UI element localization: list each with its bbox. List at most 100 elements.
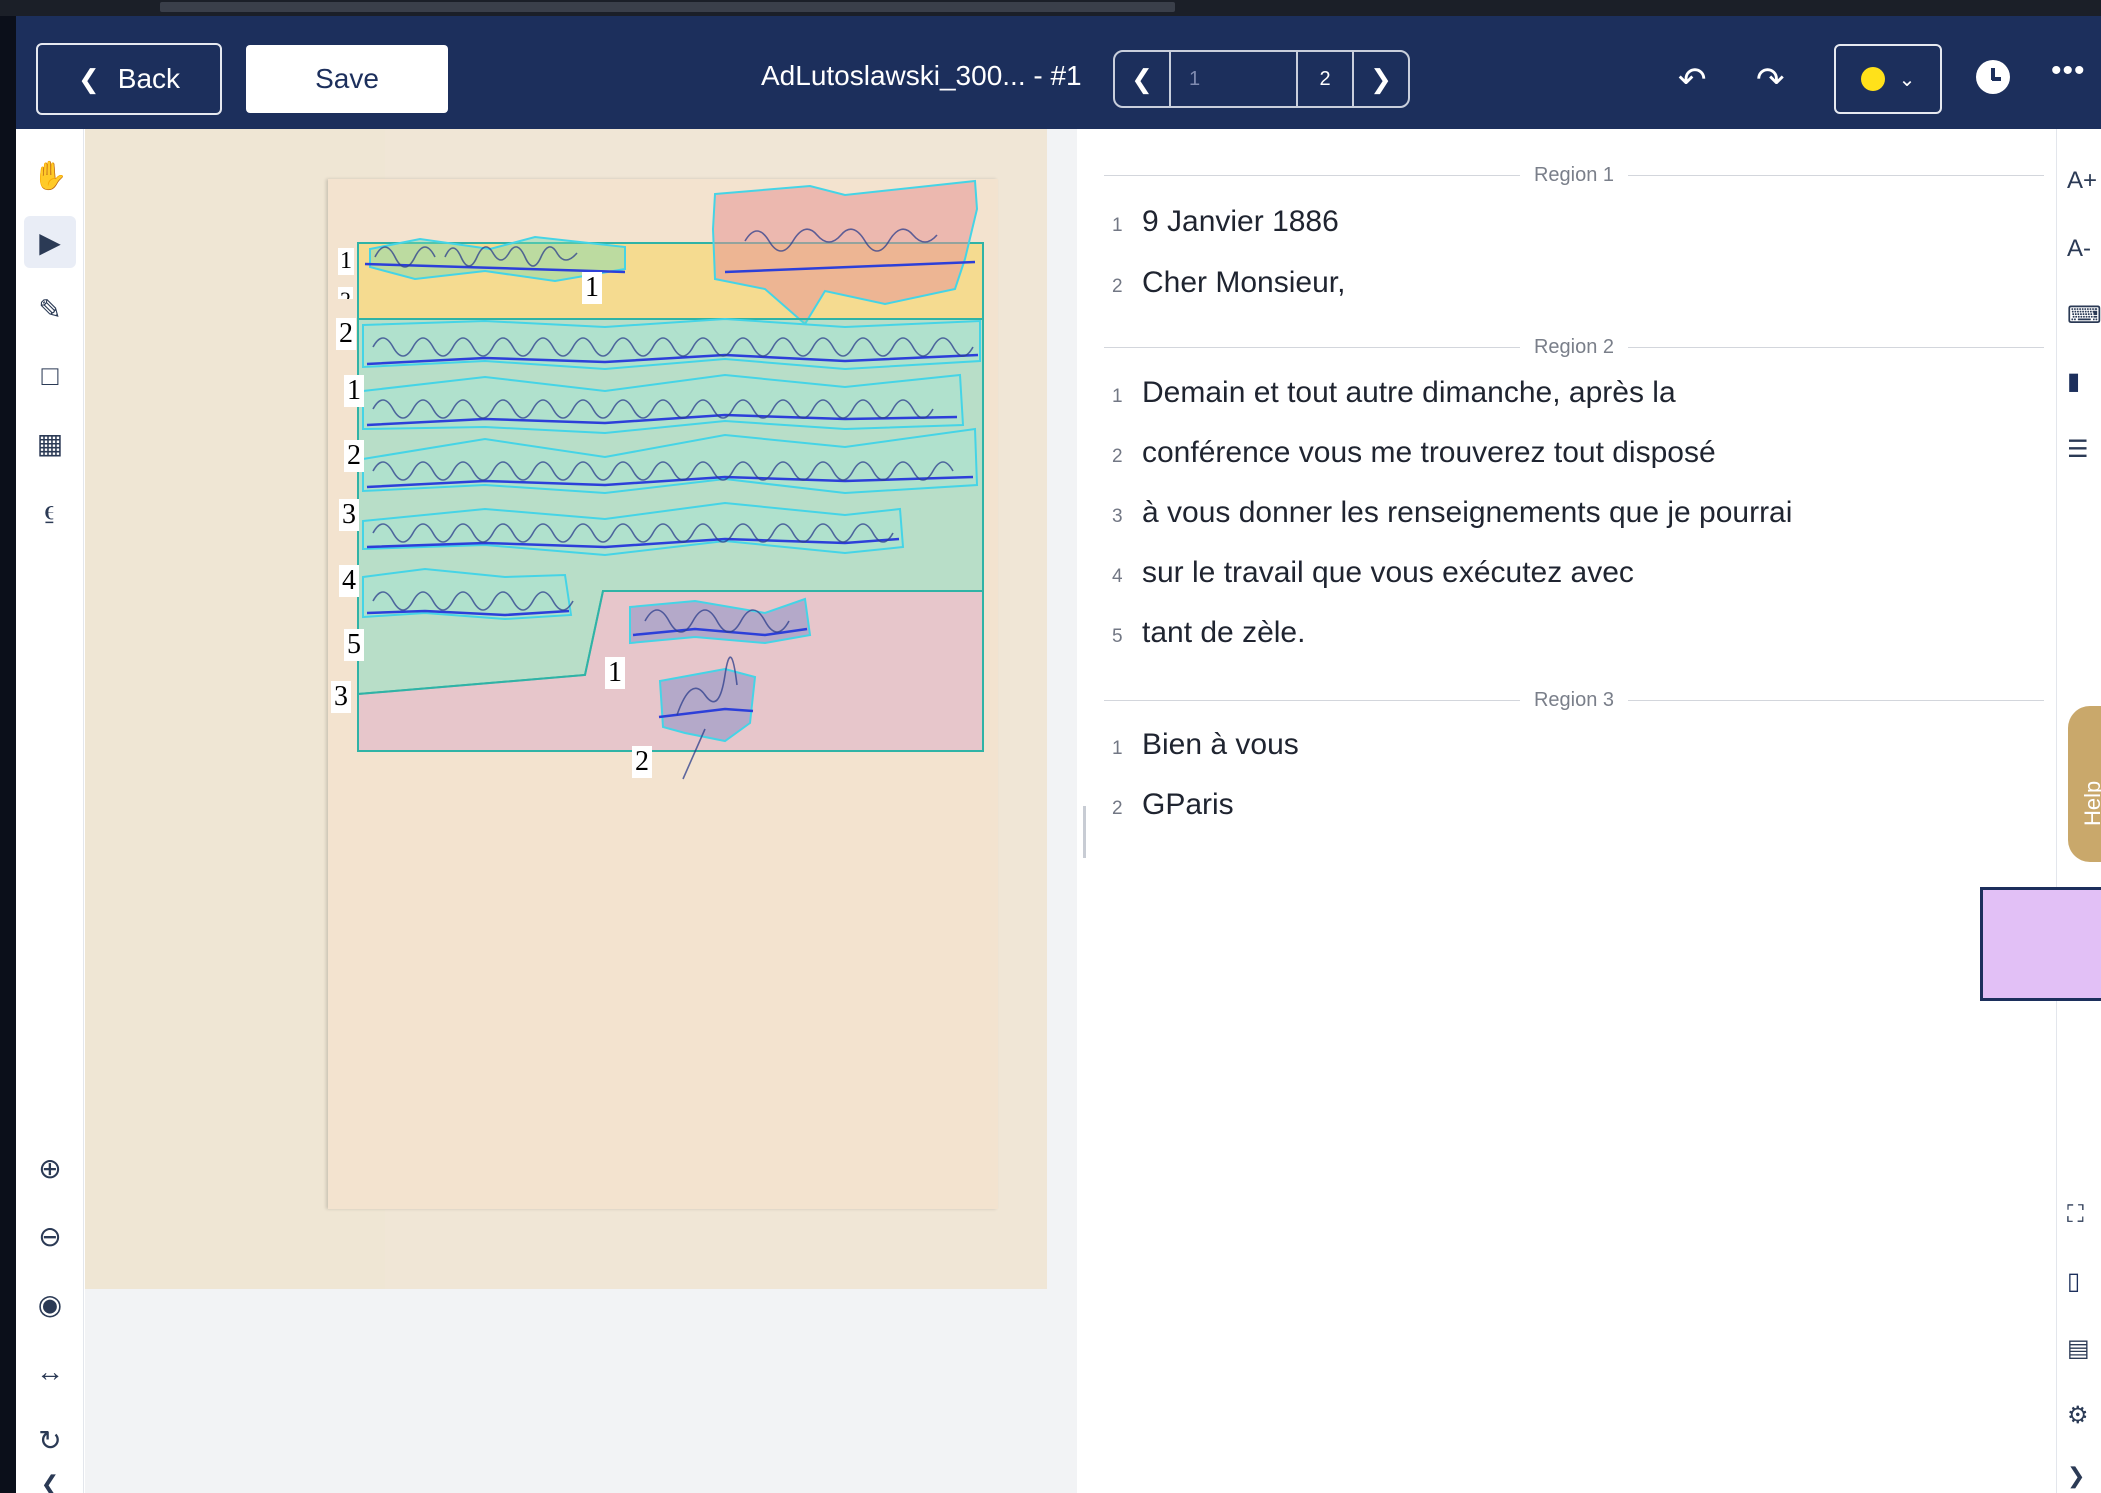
line-number: 2 [1112,276,1123,297]
transcription-line[interactable]: 1 Bien à vous [1112,728,1299,762]
line-number-label: 2 [344,440,364,472]
line-number: 3 [1112,506,1123,527]
fit-width-icon[interactable]: ↔ [24,1346,76,1398]
line-number-label: 4 [339,565,359,597]
panel-splitter-handle[interactable] [1083,806,1086,858]
line-number-label: 1 [605,657,625,689]
window-top-strip [0,0,2101,16]
zoom-out-icon[interactable]: ⊖ [24,1210,76,1262]
region-label: Region 3 [1533,688,1615,711]
help-label: Help [2080,780,2101,826]
tag-icon[interactable]: ▮ [2067,367,2080,396]
transcription-line[interactable]: 2 Cher Monsieur, [1112,266,1345,300]
line-text[interactable]: 9 Janvier 1886 [1142,205,1339,239]
line-text[interactable]: sur le travail que vous exécutez avec [1142,556,1634,590]
fullscreen-icon[interactable]: ⛶ [2067,1201,2084,1229]
chevron-down-icon: ⌄ [1898,68,1916,91]
line-number-label: 2 [338,287,353,299]
region-separator: Region 1 [1104,160,2044,190]
line-number: 4 [1112,566,1123,587]
font-increase-button[interactable]: A+ [2067,167,2097,195]
region-number-label: 3 [331,681,351,713]
transcription-line[interactable]: 4 sur le travail que vous exécutez avec [1112,556,1634,590]
line-number: 2 [1112,446,1123,467]
line-number: 1 [1112,215,1123,236]
keyboard-icon[interactable]: ⌨ [2067,301,2101,330]
rotate-icon[interactable]: ↻ [24,1414,76,1466]
region-separator: Region 2 [1104,332,2044,362]
region-number-label: 2 [336,318,356,350]
collapse-left-icon[interactable]: ❮ [24,1469,76,1493]
color-picker-button[interactable]: ⌄ [1834,44,1942,114]
current-page: 1 [1189,67,1201,90]
line-number: 1 [1112,738,1123,759]
line-text[interactable]: Bien à vous [1142,728,1299,762]
crop-icon[interactable]: □ [24,350,76,402]
transcription-line[interactable]: 2 GParis [1112,788,1234,822]
save-button[interactable]: Save [246,45,448,113]
redo-icon[interactable]: ↷ [1756,60,1785,100]
region-separator: Region 3 [1104,685,2044,715]
more-icon[interactable]: ••• [2051,54,2086,88]
app-frame: ❮ Back Save AdLutoslawski_300... - #1 ❮ … [16,16,2101,1493]
settings-gear-icon[interactable]: ⚙ [2067,1401,2089,1430]
line-polygon-r3-2[interactable] [658,667,757,743]
total-pages: 2 [1296,52,1352,106]
image-canvas[interactable]: 1 2 1 2 1 2 3 4 5 3 1 2 [85,129,1077,1493]
chevron-left-icon: ❮ [77,63,100,94]
save-button-label: Save [315,63,379,94]
transcription-line[interactable]: 2 conférence vous me trouverez tout disp… [1112,436,1716,470]
line-text[interactable]: Demain et tout autre dimanche, après la [1142,376,1676,410]
transcription-line[interactable]: 1 9 Janvier 1886 [1112,205,1339,239]
fit-to-screen-icon[interactable]: ◉ [24,1278,76,1330]
collapse-right-icon[interactable]: ❯ [2067,1463,2085,1489]
chevron-left-icon: ❮ [1131,63,1153,94]
transcription-line[interactable]: 5 tant de zèle. [1112,616,1305,650]
list-icon[interactable]: ☰ [2067,435,2089,464]
line-text[interactable]: à vous donner les renseignements que je … [1142,496,1792,530]
transcription-line[interactable]: 1 Demain et tout autre dimanche, après l… [1112,376,1676,410]
baseline-tool-icon[interactable]: ⍷ [24,484,76,536]
back-button[interactable]: ❮ Back [36,43,222,115]
help-tab[interactable]: Help [2068,706,2101,862]
stacked-view-icon[interactable]: ▤ [2067,1334,2090,1363]
transcription-line[interactable]: 3 à vous donner les renseignements que j… [1112,496,1792,530]
line-polygon-r2-2[interactable] [362,373,965,435]
undo-icon[interactable]: ↶ [1678,60,1707,100]
line-text[interactable]: GParis [1142,788,1234,822]
line-number: 2 [1112,798,1123,819]
document-title: AdLutoslawski_300... - #1 [761,60,1082,91]
line-text[interactable]: Cher Monsieur, [1142,266,1345,300]
floating-color-swatch[interactable] [1980,887,2101,1001]
layout-overlay [357,179,984,780]
page-number-input[interactable]: 1 2 [1169,52,1354,106]
back-button-label: Back [117,63,181,94]
color-dot-icon [1860,67,1885,91]
line-number-label: 2 [632,746,652,778]
region-select-icon[interactable]: ▦ [24,417,76,469]
pen-draw-icon[interactable]: ✎ [24,283,76,335]
left-toolbar: ✋ ▶ ✎ □ ▦ ⍷ ⊕ ⊖ ◉ ↔ ↻ ❮ [16,129,84,1493]
line-number-label: 5 [344,629,364,661]
split-view-icon[interactable]: ▯ [2067,1267,2080,1296]
hand-pan-icon[interactable]: ✋ [24,149,76,201]
region-label: Region 2 [1533,335,1615,358]
line-number-label: 1 [582,272,602,304]
top-header: ❮ Back Save AdLutoslawski_300... - #1 ❮ … [16,16,2101,129]
region-number-label: 1 [338,248,354,275]
tab-strip-bar [160,2,1175,12]
line-number-label: 3 [339,499,359,531]
clock-icon[interactable] [1976,60,2010,94]
line-text[interactable]: tant de zèle. [1142,616,1305,650]
next-page-button[interactable]: ❯ [1354,52,1408,106]
chevron-right-icon: ❯ [1370,63,1392,94]
line-text[interactable]: conférence vous me trouverez tout dispos… [1142,436,1716,470]
line-number: 5 [1112,626,1123,647]
font-decrease-button[interactable]: A- [2067,235,2091,263]
page-pager: ❮ 1 2 ❯ [1113,50,1410,108]
line-number-label: 1 [344,375,364,407]
select-arrow-icon[interactable]: ▶ [24,216,76,268]
zoom-in-icon[interactable]: ⊕ [24,1142,76,1194]
region-label: Region 1 [1533,163,1615,186]
prev-page-button[interactable]: ❮ [1115,52,1169,106]
